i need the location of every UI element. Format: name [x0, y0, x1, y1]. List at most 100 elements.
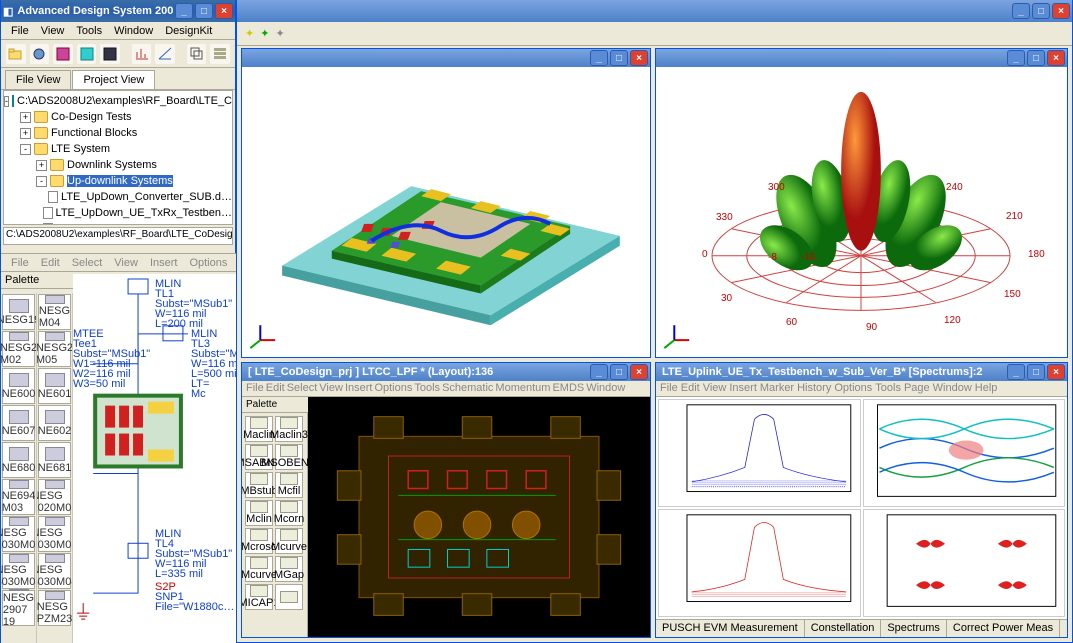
lay-menu-options[interactable]: Options [374, 382, 412, 395]
spectrum-maximize-button[interactable]: □ [1027, 364, 1045, 380]
chart-eye-diagram[interactable] [863, 399, 1066, 507]
lay-menu-tools[interactable]: Tools [414, 382, 440, 395]
menu-window[interactable]: Window [108, 24, 159, 38]
sp-menu-edit[interactable]: Edit [681, 382, 700, 395]
chart-spectrum-blue[interactable] [658, 399, 861, 507]
schem-menu-file[interactable]: File [5, 256, 35, 270]
palette-button[interactable]: NE694 M03 [2, 479, 35, 515]
schem-menu-insert[interactable]: Insert [144, 256, 184, 270]
lay-menu-edit[interactable]: Edit [266, 382, 285, 395]
tree-toggle-icon[interactable]: + [20, 128, 31, 139]
layout-palette-button[interactable]: MSOBEND [275, 444, 303, 470]
tb-star2-icon[interactable]: ✦ [260, 27, 269, 40]
tool-chart2-icon[interactable] [154, 43, 176, 65]
palette-button[interactable]: NESG 3030M05 [2, 553, 35, 589]
chart-constellation[interactable] [863, 509, 1066, 617]
tree-toggle-icon[interactable]: - [4, 96, 9, 107]
palette-button[interactable]: NESG2 M02 [2, 331, 35, 367]
schem-menu-view[interactable]: View [108, 256, 144, 270]
lay-menu-select[interactable]: Select [287, 382, 318, 395]
pane3d-close-button[interactable]: × [630, 50, 648, 66]
palette-button[interactable]: NE681 [38, 442, 71, 478]
palette-button[interactable]: NE601 [38, 368, 71, 404]
lay-menu-file[interactable]: File [246, 382, 264, 395]
sp-menu-view[interactable]: View [703, 382, 727, 395]
layout-palette-button[interactable]: Maclin3 [275, 416, 303, 442]
tool-stack-icon[interactable] [209, 43, 231, 65]
layout-palette-button[interactable]: MBstub [245, 472, 273, 498]
schem-menu-select[interactable]: Select [66, 256, 109, 270]
tb-star3-icon[interactable]: ✦ [275, 27, 284, 40]
tool-layout-icon[interactable] [52, 43, 74, 65]
tab-file-view[interactable]: File View [5, 70, 71, 89]
layout-palette-button[interactable]: Mcroso [245, 528, 273, 554]
palette-button[interactable]: NESG 2020M05 [38, 479, 71, 515]
lay-menu-view[interactable]: View [319, 382, 343, 395]
tool-view-icon[interactable] [29, 43, 51, 65]
layout-palette-button[interactable]: MICAP1 [245, 584, 273, 610]
outer-minimize-button[interactable]: _ [1012, 3, 1030, 19]
lay-menu-emds[interactable]: EMDS [552, 382, 584, 395]
layout-close-button[interactable]: × [630, 364, 648, 380]
tree-toggle-icon[interactable]: - [20, 144, 31, 155]
tree-item[interactable]: -Up-downlink Systems [4, 173, 232, 189]
maximize-button[interactable]: □ [195, 3, 213, 19]
sp-menu-help[interactable]: Help [975, 382, 998, 395]
layout-palette-button[interactable]: Mcfil [275, 472, 303, 498]
sp-menu-marker[interactable]: Marker [760, 382, 794, 395]
layout-palette-button[interactable] [275, 584, 303, 610]
pattern-maximize-button[interactable]: □ [1027, 50, 1045, 66]
schematic-canvas[interactable]: MLIN TL1 Subst="MSub1" W=116 mil L=200 m… [73, 274, 237, 643]
close-button[interactable]: × [215, 3, 233, 19]
palette-button[interactable]: NESG 2030M05 [38, 516, 71, 552]
palette-button[interactable]: NE600 [2, 368, 35, 404]
tree-toggle-icon[interactable]: + [36, 160, 47, 171]
tree-item[interactable]: -LTE System [4, 141, 232, 157]
sp-menu-window[interactable]: Window [933, 382, 972, 395]
palette-button[interactable]: NESG M04 [38, 294, 71, 330]
layout-titlebar[interactable]: [ LTE_CoDesign_prj ] LTCC_LPF * (Layout)… [242, 363, 650, 381]
pane3d-maximize-button[interactable]: □ [610, 50, 628, 66]
menu-file[interactable]: File [5, 24, 35, 38]
menu-tools[interactable]: Tools [70, 24, 108, 38]
palette-button[interactable]: NESG 2030M05 [2, 516, 35, 552]
path-bar[interactable]: C:\ADS2008U2\examples\RF_Board\LTE_CoDes… [3, 227, 233, 245]
lay-menu-schematic[interactable]: Schematic [442, 382, 493, 395]
sp-menu-insert[interactable]: Insert [729, 382, 757, 395]
outer-maximize-button[interactable]: □ [1032, 3, 1050, 19]
palette-button[interactable]: NE680 [2, 442, 35, 478]
palette-button[interactable]: NESG PZM23 [38, 590, 71, 626]
project-tree[interactable]: - C:\ADS2008U2\examples\RF_Board\LTE_CoD… [3, 90, 233, 225]
minimize-button[interactable]: _ [175, 3, 193, 19]
pattern-close-button[interactable]: × [1047, 50, 1065, 66]
menu-view[interactable]: View [35, 24, 71, 38]
layout-palette-button[interactable]: Mcorn [275, 500, 303, 526]
layout-palette-button[interactable]: Maclin [245, 416, 273, 442]
palette-button[interactable]: NESG 3030M04 [38, 553, 71, 589]
pane3d-minimize-button[interactable]: _ [590, 50, 608, 66]
tree-item[interactable]: +Co-Design Tests [4, 109, 232, 125]
layout-minimize-button[interactable]: _ [590, 364, 608, 380]
palette-button[interactable]: NE607 [2, 405, 35, 441]
sp-tab-power[interactable]: Correct Power Meas [947, 620, 1060, 637]
tab-project-view[interactable]: Project View [72, 70, 155, 89]
layout-maximize-button[interactable]: □ [610, 364, 628, 380]
lay-menu-insert[interactable]: Insert [345, 382, 373, 395]
pane3d-titlebar[interactable]: _ □ × [242, 49, 650, 67]
sp-menu-options[interactable]: Options [834, 382, 872, 395]
sp-tab-lo[interactable]: LO an… [1060, 620, 1067, 637]
tree-item[interactable]: +Functional Blocks [4, 125, 232, 141]
tree-item[interactable]: LTE_UpDown_UE_TxRx_Testben… [4, 205, 232, 221]
tool-dark-icon[interactable] [99, 43, 121, 65]
spectrum-minimize-button[interactable]: _ [1007, 364, 1025, 380]
sp-menu-history[interactable]: History [797, 382, 831, 395]
layout-palette-button[interactable]: Mclin [245, 500, 273, 526]
spectrum-close-button[interactable]: × [1047, 364, 1065, 380]
palette-button[interactable]: NE602 [38, 405, 71, 441]
sp-menu-page[interactable]: Page [904, 382, 930, 395]
tree-item[interactable]: +Downlink Systems [4, 157, 232, 173]
schem-menu-options[interactable]: Options [183, 256, 233, 270]
tool-cascade-icon[interactable] [186, 43, 208, 65]
pattern-titlebar[interactable]: _ □ × [656, 49, 1067, 67]
sp-menu-file[interactable]: File [660, 382, 678, 395]
